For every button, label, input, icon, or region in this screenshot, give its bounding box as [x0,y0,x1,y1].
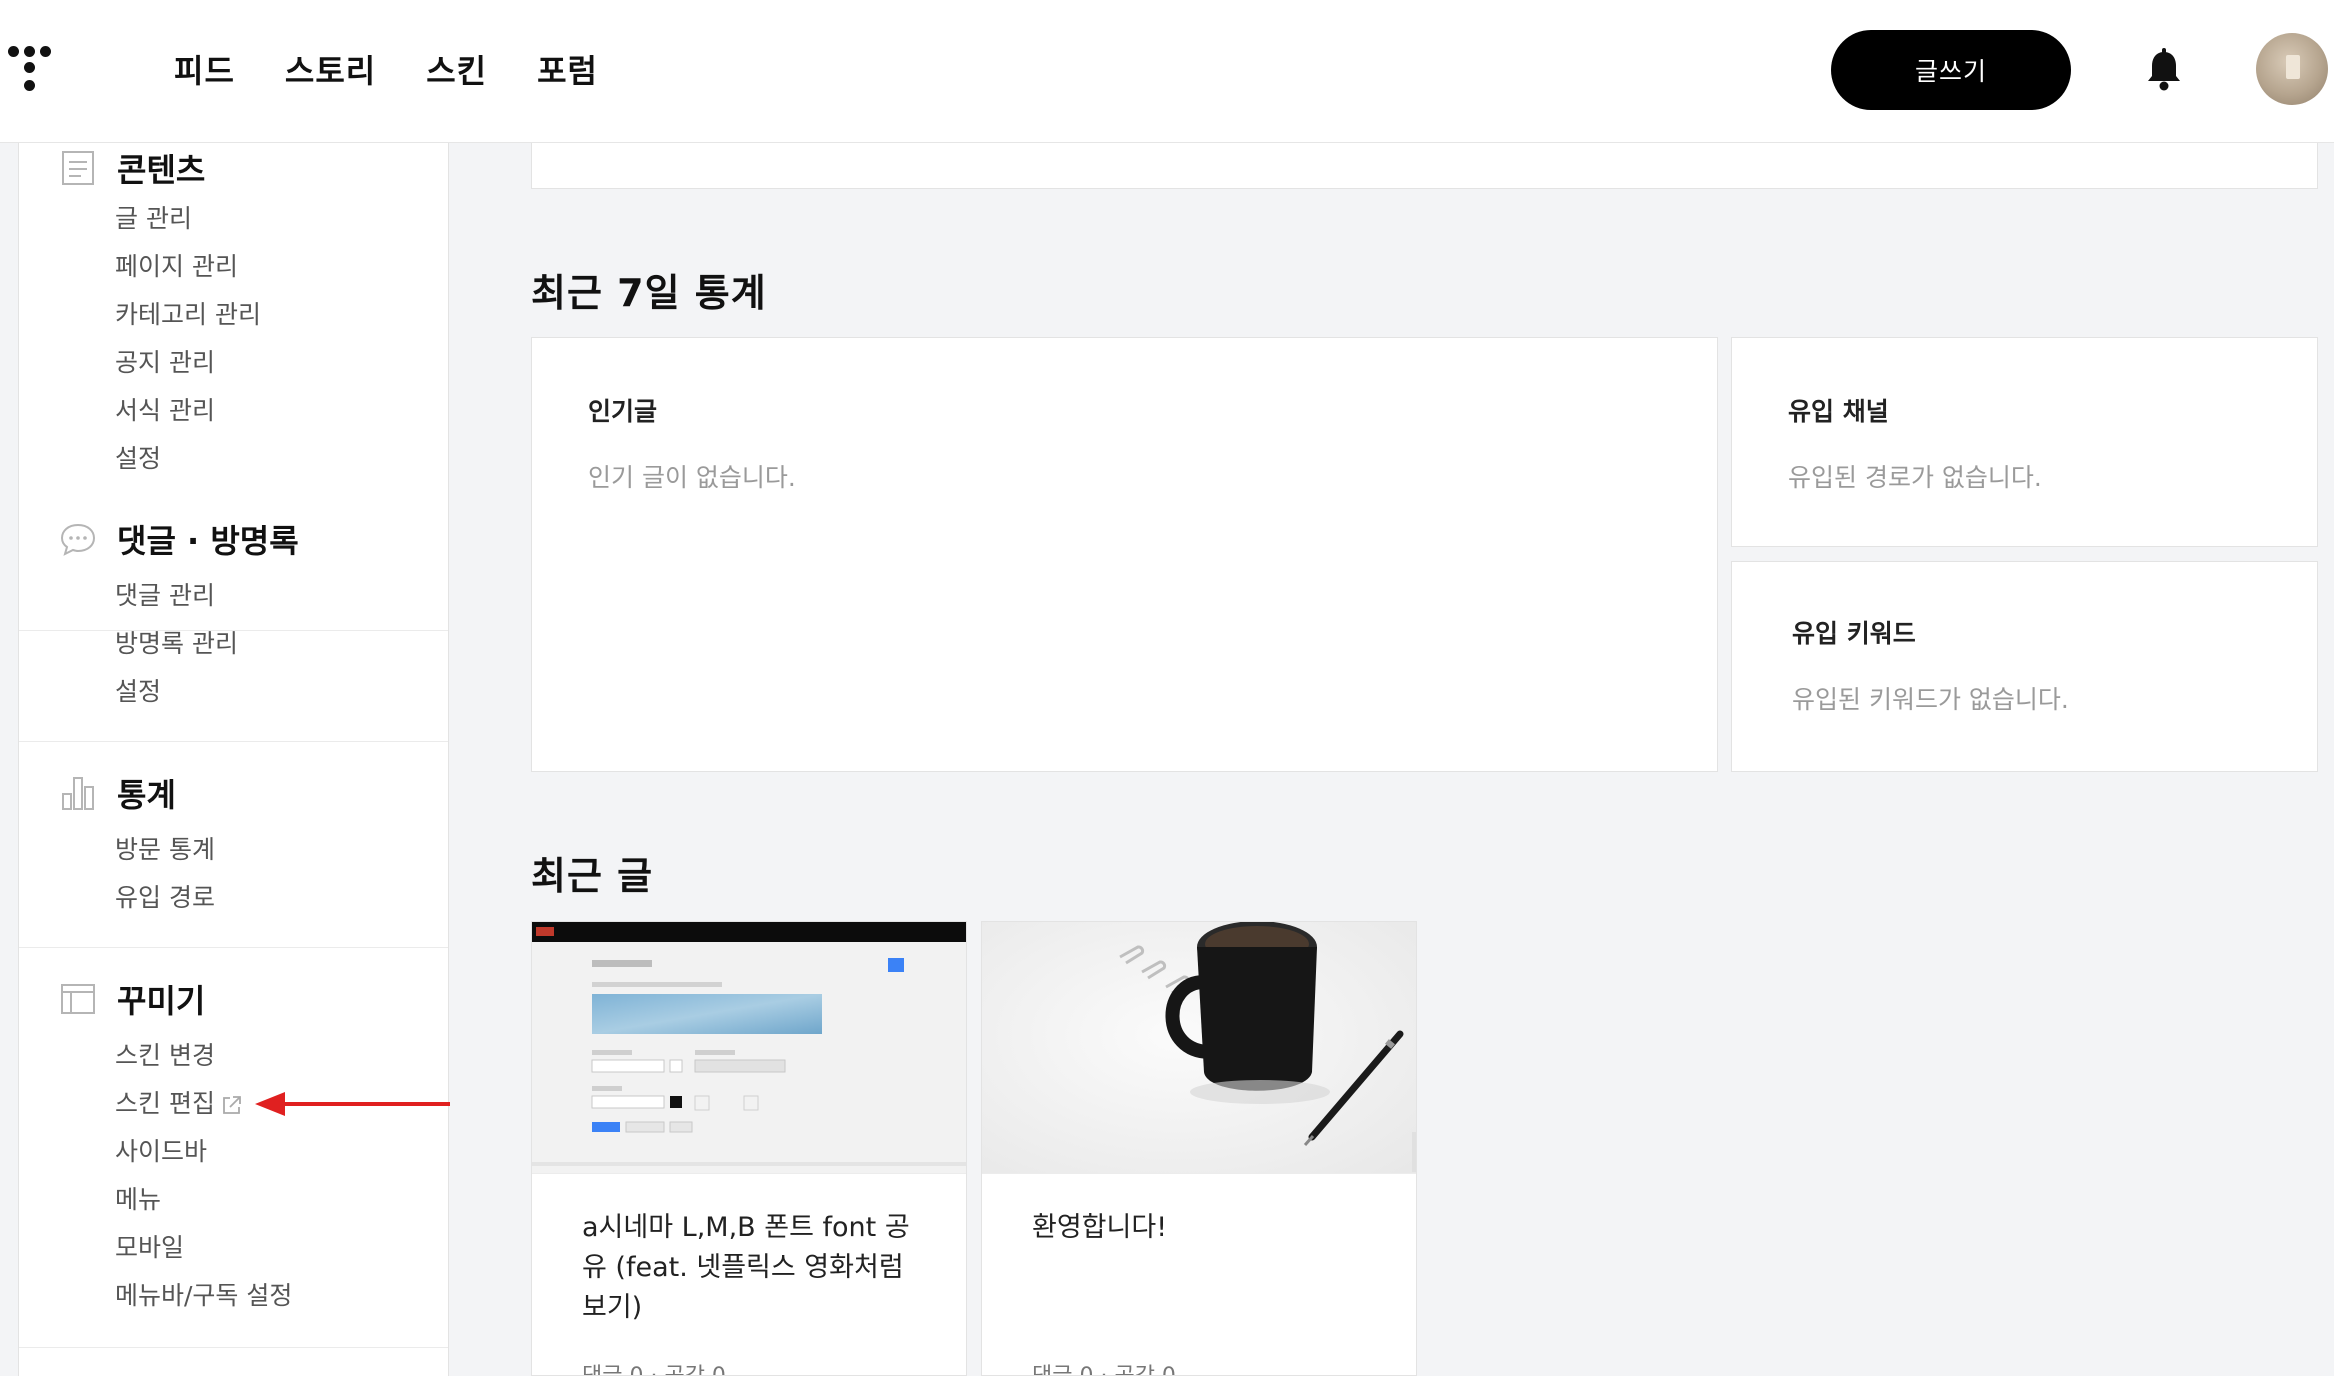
sidebar-section-title: 콘텐츠 [117,151,206,189]
post-meta: 댓글 0 · 공감 0 [1032,1358,1176,1375]
empty-message: 유입된 키워드가 없습니다. [1792,685,2069,714]
coffee-mug-image [982,922,1416,1173]
post-title[interactable]: a시네마 L,M,B 폰트 font 공유 (feat. 넷플릭스 영화처럼 보… [582,1208,922,1328]
sidebar-section-decorate: 꾸미기 스킨 변경 스킨 편집 사이드바 메뉴 모바일 메뉴바/구독 설정 [19,948,448,1348]
post-thumbnail [532,922,966,1174]
empty-message: 유입된 경로가 없습니다. [1788,463,2042,492]
sidebar-item-templates[interactable]: 서식 관리 [115,387,261,435]
sidebar-item-sidebar[interactable]: 사이드바 [115,1128,292,1176]
sidebar-item-referrers[interactable]: 유입 경로 [115,874,215,922]
sidebar-item-content-settings[interactable]: 설정 [115,435,261,483]
empty-message: 인기 글이 없습니다. [588,463,796,492]
bell-icon[interactable] [2144,48,2184,92]
sidebar-item-menubar-subscribe[interactable]: 메뉴바/구독 설정 [115,1272,292,1320]
sidebar-section-title: 꾸미기 [117,982,206,1020]
popular-posts-card: 인기글 인기 글이 없습니다. [531,337,1718,772]
post-title[interactable]: 환영합니다! [1032,1208,1372,1248]
sidebar-item-comments[interactable]: 댓글 관리 [115,572,238,620]
sidebar-list: 스킨 변경 스킨 편집 사이드바 메뉴 모바일 메뉴바/구독 설정 [115,1032,292,1320]
card-title: 유입 키워드 [1792,619,1916,648]
document-icon [62,151,94,185]
layout-icon [61,984,95,1014]
sidebar-section-title: 댓글 · 방명록 [117,522,299,560]
nav-feed[interactable]: 피드 [174,46,235,92]
speech-bubble-icon [60,523,96,556]
sidebar-item-label: 스킨 편집 [115,1089,215,1118]
global-nav: 피드 스토리 스킨 포럼 [174,46,598,92]
post-thumbnail [982,922,1416,1174]
sidebar-item-mobile[interactable]: 모바일 [115,1224,292,1272]
screenshot-thumbnail-image [532,922,966,1173]
sidebar-section-stats: 통계 방문 통계 유입 경로 [19,742,448,948]
post-meta: 댓글 0 · 공감 0 [582,1358,726,1375]
tistory-logo[interactable] [0,40,62,98]
sidebar-list: 방문 통계 유입 경로 [115,826,215,922]
sidebar-item-visit-stats[interactable]: 방문 통계 [115,826,215,874]
card-title: 인기글 [588,397,658,426]
post-card[interactable]: 환영합니다! 댓글 0 · 공감 0 [981,921,1417,1376]
write-button[interactable]: 글쓰기 [1831,30,2071,110]
bar-chart-icon [62,777,94,810]
sidebar-item-menu[interactable]: 메뉴 [115,1176,292,1224]
sidebar-list: 댓글 관리 방명록 관리 설정 [115,572,238,716]
avatar[interactable] [2256,33,2328,105]
sidebar-section-title: 통계 [117,776,176,814]
nav-forum[interactable]: 포럼 [537,46,598,92]
card-title: 유입 채널 [1788,397,1889,426]
stats-section-title: 최근 7일 통계 [531,271,767,315]
sidebar-list: 글 관리 페이지 관리 카테고리 관리 공지 관리 서식 관리 설정 [115,195,261,483]
top-header: 피드 스토리 스킨 포럼 글쓰기 [0,0,2334,143]
referral-keywords-card: 유입 키워드 유입된 키워드가 없습니다. [1731,561,2318,772]
sidebar-item-notices[interactable]: 공지 관리 [115,339,261,387]
annotation-arrow [255,1092,450,1116]
sidebar-item-skin-change[interactable]: 스킨 변경 [115,1032,292,1080]
nav-skin[interactable]: 스킨 [426,46,487,92]
sidebar-item-pages[interactable]: 페이지 관리 [115,243,261,291]
external-link-icon [223,1096,241,1114]
sidebar-item-comment-settings[interactable]: 설정 [115,668,238,716]
sidebar-item-guestbook[interactable]: 방명록 관리 [115,620,238,668]
sidebar-item-categories[interactable]: 카테고리 관리 [115,291,261,339]
sidebar: 콘텐츠 글 관리 페이지 관리 카테고리 관리 공지 관리 서식 관리 설정 댓… [18,143,449,1376]
referral-channels-card: 유입 채널 유입된 경로가 없습니다. [1731,337,2318,547]
post-card[interactable]: a시네마 L,M,B 폰트 font 공유 (feat. 넷플릭스 영화처럼 보… [531,921,967,1376]
sidebar-item-posts[interactable]: 글 관리 [115,195,261,243]
recent-posts-title: 최근 글 [531,854,654,898]
sidebar-section-comments: 댓글 · 방명록 댓글 관리 방명록 관리 설정 [19,488,448,742]
nav-story[interactable]: 스토리 [285,46,376,92]
